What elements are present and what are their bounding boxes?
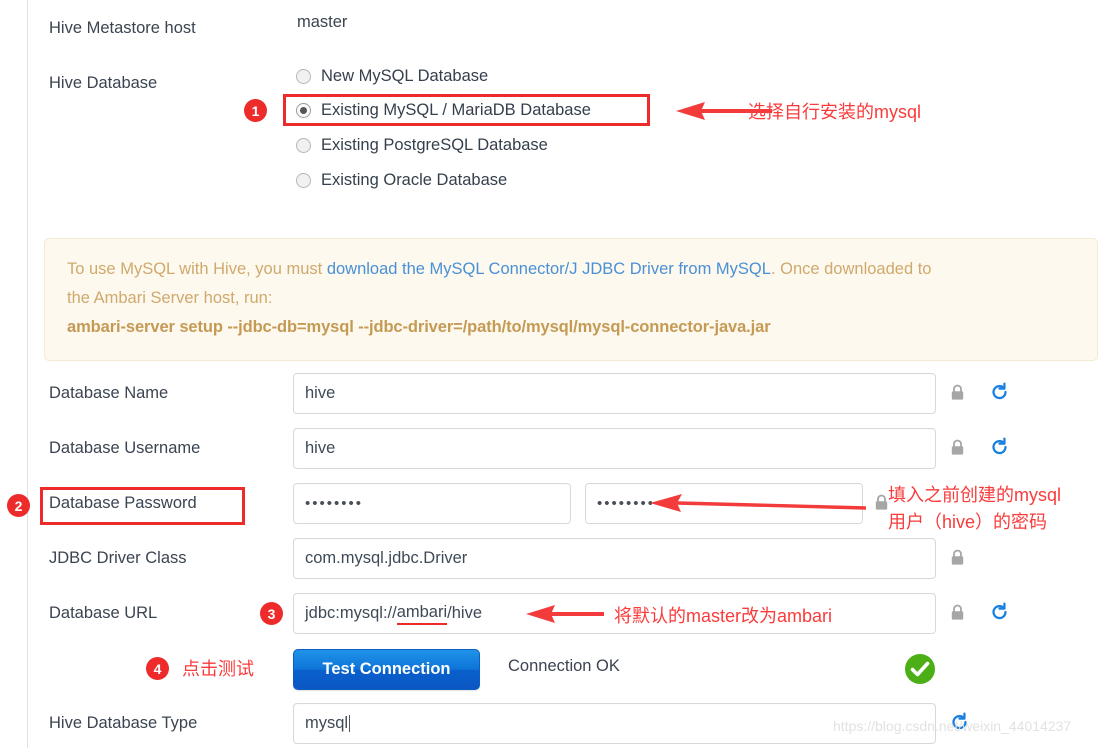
database-url-value-suffix: /hive (447, 604, 482, 622)
radio-option-existing-oracle[interactable]: Existing Oracle Database (296, 171, 507, 190)
annotation-arrow-left-icon (522, 602, 606, 631)
info-text-pre: To use MySQL with Hive, you must (67, 260, 327, 278)
label-database-password: Database Password (49, 494, 197, 512)
label-database-name: Database Name (49, 384, 169, 402)
jdbc-driver-class-value: com.mysql.jdbc.Driver (305, 549, 468, 567)
radio-label: New MySQL Database (321, 67, 489, 85)
database-password-value: •••••••• (305, 495, 364, 512)
lock-icon (874, 494, 889, 517)
label-database-url: Database URL (49, 604, 158, 622)
radio-indicator[interactable] (296, 138, 311, 153)
radio-label: Existing Oracle Database (321, 171, 508, 189)
database-name-value: hive (305, 384, 336, 402)
annotation-note-2-line-1: 填入之前创建的mysql (888, 485, 1062, 505)
info-line-2: the Ambari Server host, run: (67, 289, 273, 307)
radio-label: Existing PostgreSQL Database (321, 136, 548, 154)
watermark: https://blog.csdn.net/weixin_44014237 (833, 718, 1072, 734)
connection-status-text: Connection OK (508, 657, 620, 675)
lock-icon (950, 384, 965, 407)
radio-option-new-mysql[interactable]: New MySQL Database (296, 67, 488, 86)
value-hive-metastore-host: master (297, 13, 348, 31)
mysql-connector-info-box: To use MySQL with Hive, you must downloa… (44, 238, 1098, 361)
label-jdbc-driver-class: JDBC Driver Class (49, 549, 187, 567)
mysql-connector-download-link[interactable]: download the MySQL Connector/J JDBC Driv… (327, 260, 771, 278)
radio-option-existing-postgresql[interactable]: Existing PostgreSQL Database (296, 136, 548, 155)
annotation-note-4: 点击测试 (182, 659, 254, 679)
annotation-note-1: 选择自行安装的mysql (748, 102, 922, 122)
test-connection-button[interactable]: Test Connection (293, 649, 480, 690)
annotation-note-2-line-2: 用户（hive）的密码 (888, 512, 1048, 532)
label-hive-database: Hive Database (49, 74, 158, 92)
label-hive-metastore-host: Hive Metastore host (49, 19, 196, 37)
lock-icon (950, 549, 965, 572)
label-hive-database-type: Hive Database Type (49, 714, 198, 732)
check-circle-icon (903, 652, 937, 691)
database-name-input[interactable]: hive (293, 373, 936, 414)
database-password-input[interactable]: •••••••• (293, 483, 571, 524)
radio-indicator-selected[interactable] (296, 103, 311, 118)
info-line-1: To use MySQL with Hive, you must downloa… (67, 255, 1075, 284)
database-url-host-highlight: ambari (396, 603, 448, 625)
refresh-icon[interactable] (990, 382, 1009, 407)
radio-indicator[interactable] (296, 69, 311, 84)
annotation-badge-3: 3 (260, 602, 283, 625)
refresh-icon[interactable] (990, 602, 1009, 627)
lock-icon (950, 439, 965, 462)
database-username-input[interactable]: hive (293, 428, 936, 469)
jdbc-driver-class-input[interactable]: com.mysql.jdbc.Driver (293, 538, 936, 579)
annotation-note-3: 将默认的master改为ambari (614, 606, 833, 626)
radio-label: Existing MySQL / MariaDB Database (321, 101, 591, 119)
hive-database-type-value: mysql (305, 714, 349, 732)
annotation-arrow-left-icon (646, 492, 868, 521)
hive-database-config-panel: Hive Metastore host master Hive Database… (0, 0, 1112, 748)
annotation-badge-2: 2 (7, 494, 30, 517)
annotation-badge-4: 4 (146, 657, 169, 680)
text-caret (349, 715, 351, 732)
radio-indicator[interactable] (296, 173, 311, 188)
label-database-username: Database Username (49, 439, 201, 457)
database-username-value: hive (305, 439, 336, 457)
info-command: ambari-server setup --jdbc-db=mysql --jd… (67, 318, 771, 336)
radio-option-existing-mysql-mariadb[interactable]: Existing MySQL / MariaDB Database (296, 101, 591, 120)
database-url-value-prefix: jdbc:mysql:// (305, 604, 397, 622)
lock-icon (950, 604, 965, 627)
panel-left-divider (27, 0, 28, 748)
annotation-badge-1: 1 (244, 99, 267, 122)
refresh-icon[interactable] (990, 437, 1009, 462)
info-text-post: . Once downloaded to (770, 260, 932, 278)
